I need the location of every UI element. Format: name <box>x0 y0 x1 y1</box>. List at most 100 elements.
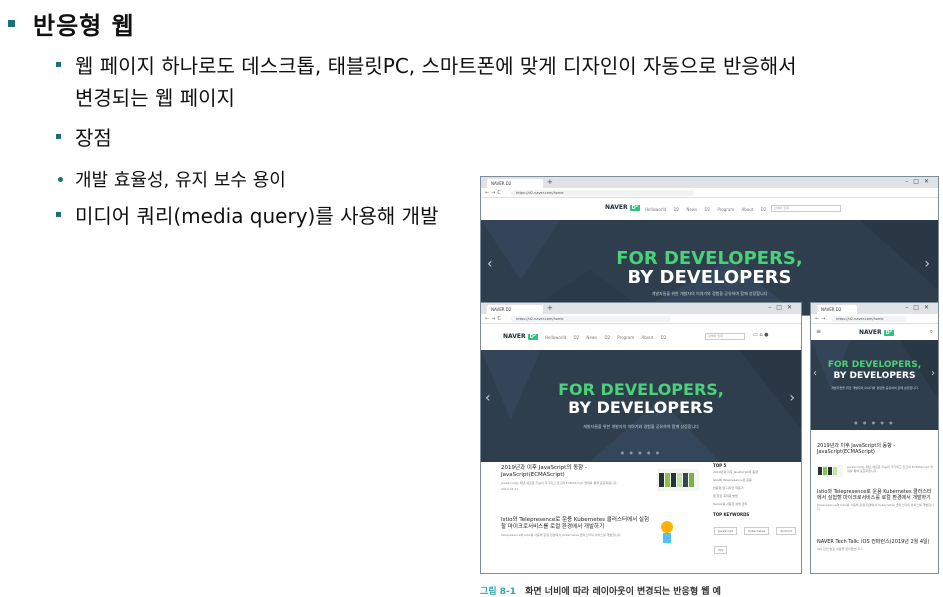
site-nav: Helloworld D2 News D2 Program About D2 <box>545 335 666 340</box>
carousel-next-icon[interactable]: › <box>924 256 930 272</box>
article-thumbnail[interactable] <box>657 519 677 545</box>
article-item[interactable]: 2019년과 이후 JavaScript의 동향 - JavaScript(EC… <box>501 465 651 491</box>
url-field[interactable]: https://d2.naver.com/home <box>511 190 694 196</box>
browser-tab[interactable]: NAVER D2 <box>487 305 543 314</box>
hero-subtext: 개발자들을 위한 개발자의 이야기와 경험을 공유하여 함께 성장합니다 <box>583 424 699 429</box>
nav-arrows-icon[interactable]: ←→C <box>485 190 503 196</box>
article-title[interactable]: NAVER Tech Talk: iOS 컨퍼런스(2019년 2월 4일) <box>817 539 935 545</box>
hero-heading-line-1: FOR DEVELOPERS, <box>558 380 724 399</box>
top5-item[interactable]: Redux를 사용한 상태 관리 <box>713 500 799 508</box>
hero-heading-line-2: BY DEVELOPERS <box>833 371 916 381</box>
bullet-1: 웹 페이지 하나로도 데스크톱, 태블릿PC, 스마트폰에 맞게 디자인이 자동… <box>56 50 916 114</box>
site-header: NAVER D² Helloworld D2 News D2 Program Ab… <box>481 324 801 350</box>
article-snippet: Telepresence와 Istio를 사용해 로컬 환경에서 Kuberne… <box>817 503 934 511</box>
article-thumbnail[interactable] <box>657 469 699 491</box>
nav-item[interactable]: D2 Program <box>704 207 734 212</box>
menu-icon[interactable]: ≡ <box>816 328 821 335</box>
keyword-chip[interactable]: Android <box>776 527 796 535</box>
article-date: 2019.03.12 <box>501 487 519 491</box>
nav-arrows-icon[interactable]: ←→ <box>815 316 827 322</box>
brand-logo[interactable]: NAVER D² <box>503 333 538 340</box>
header-icons[interactable]: ▭ ⌂ ● <box>753 332 768 338</box>
hero-heading-line-1: FOR DEVELOPERS, <box>616 248 803 269</box>
article-title[interactable]: 2019년과 이후 JavaScript의 동향 - JavaScript(EC… <box>817 443 935 455</box>
keyword-chip[interactable]: JavaScript <box>714 527 738 535</box>
keyword-chip[interactable]: Kubernetes <box>744 527 770 535</box>
keyword-chip[interactable]: iOS <box>714 546 728 554</box>
address-bar: ←→C https://d2.naver.com/home <box>481 188 938 198</box>
site-header: NAVER D² Helloworld D2 News D2 Program Ab… <box>481 198 938 220</box>
nav-arrows-icon[interactable]: ←→C <box>485 316 503 322</box>
bullet-3: 미디어 쿼리(media query)를 사용해 개발 <box>56 200 438 232</box>
top5-item[interactable]: 웹 폰트 최적화 방법 <box>713 492 799 500</box>
article-item[interactable]: Istio와 Telepresence로 운용 Kubernetes 클러스터에… <box>501 517 651 537</box>
hero-subtext: 개발자들을 위한 개발자의 이야기와 경험을 공유하여 함께 성장합니다 <box>831 386 918 390</box>
window-controls-icon[interactable]: –□✕ <box>905 304 934 311</box>
top5-panel: TOP 5 2019년과 이후 JavaScript의 동향 Istio와 Te… <box>713 463 799 555</box>
carousel-prev-icon[interactable]: ‹ <box>813 368 817 379</box>
article-snippet: Telepresence와 Istio를 사용해 로컬 환경에서 Kuberne… <box>501 533 622 537</box>
bullet-1-line-2: 변경되는 웹 페이지 <box>75 86 235 110</box>
tab-bar: NAVER D2 + –□✕ <box>481 303 801 314</box>
nav-item[interactable]: Helloworld <box>645 207 666 212</box>
article-title[interactable]: Istio와 Telepresence로 운용 Kubernetes 클러스터에… <box>501 517 651 531</box>
url-field[interactable]: https://d2.naver.com/home <box>511 316 671 322</box>
address-bar: ←→ https://d2.naver.com/home <box>811 314 938 324</box>
nav-item[interactable]: About D2 <box>642 335 667 340</box>
search-input[interactable]: 검색어 입력 <box>705 333 745 340</box>
carousel-dots[interactable]: ● ● ● ● ● <box>811 420 938 425</box>
top5-item[interactable]: Istio와 Telepresence로 운용 <box>713 476 799 484</box>
new-tab-icon[interactable]: + <box>547 178 553 186</box>
address-bar: ←→C https://d2.naver.com/home <box>481 314 801 324</box>
carousel-prev-icon[interactable]: ‹ <box>487 256 493 272</box>
slide-title-text: 반응형 웹 <box>33 12 135 40</box>
nav-item[interactable]: D2 News <box>673 207 697 212</box>
nav-item[interactable]: D2 News <box>573 335 597 340</box>
bullet-2: 장점 <box>56 122 112 154</box>
sub-bullet-dot <box>58 176 63 182</box>
article-item[interactable]: NAVER Tech Talk: iOS 컨퍼런스(2019년 2월 4일) i… <box>817 539 935 551</box>
carousel-next-icon[interactable]: › <box>789 390 795 406</box>
hero-heading-line-1: FOR DEVELOPERS, <box>827 360 922 370</box>
tablet-browser-window: NAVER D2 + –□✕ ←→C https://d2.naver.com/… <box>480 302 802 574</box>
mobile-browser-window: NAVER D2 –□✕ ←→ https://d2.naver.com/hom… <box>810 302 939 574</box>
site-nav: Helloworld D2 News D2 Program About D2 <box>645 207 766 212</box>
article-thumbnail[interactable] <box>817 465 843 477</box>
window-controls-icon[interactable]: –□✕ <box>768 304 797 311</box>
article-snippet: JavaScript는 매년 새로운 기능이 추가되고 있으며 ECMAScri… <box>501 481 618 485</box>
brand-logo[interactable]: NAVER D² <box>605 204 640 211</box>
browser-tab[interactable]: NAVER D2 <box>487 179 543 188</box>
hero-banner: FOR DEVELOPERS, BY DEVELOPERS 개발자들을 위한 개… <box>481 350 801 462</box>
carousel-prev-icon[interactable]: ‹ <box>485 390 491 406</box>
url-field[interactable]: https://d2.naver.com/home <box>831 316 908 322</box>
article-title[interactable]: Istio와 Telepresence로 운용 Kubernetes 클러스터에… <box>817 489 935 501</box>
brand-logo[interactable]: NAVER D² <box>859 329 894 336</box>
top5-item[interactable]: 2019년과 이후 JavaScript의 동향 <box>713 468 799 476</box>
new-tab-icon[interactable]: + <box>547 304 553 312</box>
bullet-2-text: 장점 <box>75 126 112 150</box>
article-snippet: iOS 관련 발표 내용을 정리했습니다. <box>817 547 863 551</box>
figure-caption-text: 화면 너비에 따라 레이아웃이 변경되는 반응형 웹 예 <box>525 587 721 597</box>
article-item[interactable]: Istio와 Telepresence로 운용 Kubernetes 클러스터에… <box>817 489 935 511</box>
figure-caption: 그림 8-1 화면 너비에 따라 레이아웃이 변경되는 반응형 웹 예 <box>480 584 721 597</box>
tab-bar: NAVER D2 + –□✕ <box>481 177 938 188</box>
sub-bullet-text: 개발 효율성, 유지 보수 용이 <box>75 170 286 191</box>
slide-title: 반응형 웹 <box>8 6 135 41</box>
window-controls-icon[interactable]: –□✕ <box>905 178 934 185</box>
bullet-square <box>56 62 61 67</box>
nav-item[interactable]: About D2 <box>742 207 767 212</box>
title-bullet-square <box>8 20 15 27</box>
search-input[interactable]: 검색어 입력 <box>771 205 841 212</box>
nav-item[interactable]: D2 Program <box>604 335 634 340</box>
carousel-dots[interactable]: ● ● ● ● ● <box>481 450 801 455</box>
carousel-next-icon[interactable]: › <box>931 368 935 379</box>
top5-item[interactable]: 반응형 웹 디자인 적용기 <box>713 484 799 492</box>
article-snippet-block: JavaScript는 매년 새로운 기능이 추가되고 있으며 ECMAScri… <box>847 465 935 473</box>
nav-item[interactable]: Helloworld <box>545 335 566 340</box>
browser-tab[interactable]: NAVER D2 <box>817 305 857 314</box>
article-item[interactable]: 2019년과 이후 JavaScript의 동향 - JavaScript(EC… <box>817 443 935 455</box>
hero-background-pattern <box>811 340 938 400</box>
search-icon[interactable]: ⌕ <box>930 328 933 336</box>
tab-bar: NAVER D2 –□✕ <box>811 303 938 314</box>
article-title[interactable]: 2019년과 이후 JavaScript의 동향 - JavaScript(EC… <box>501 465 651 479</box>
